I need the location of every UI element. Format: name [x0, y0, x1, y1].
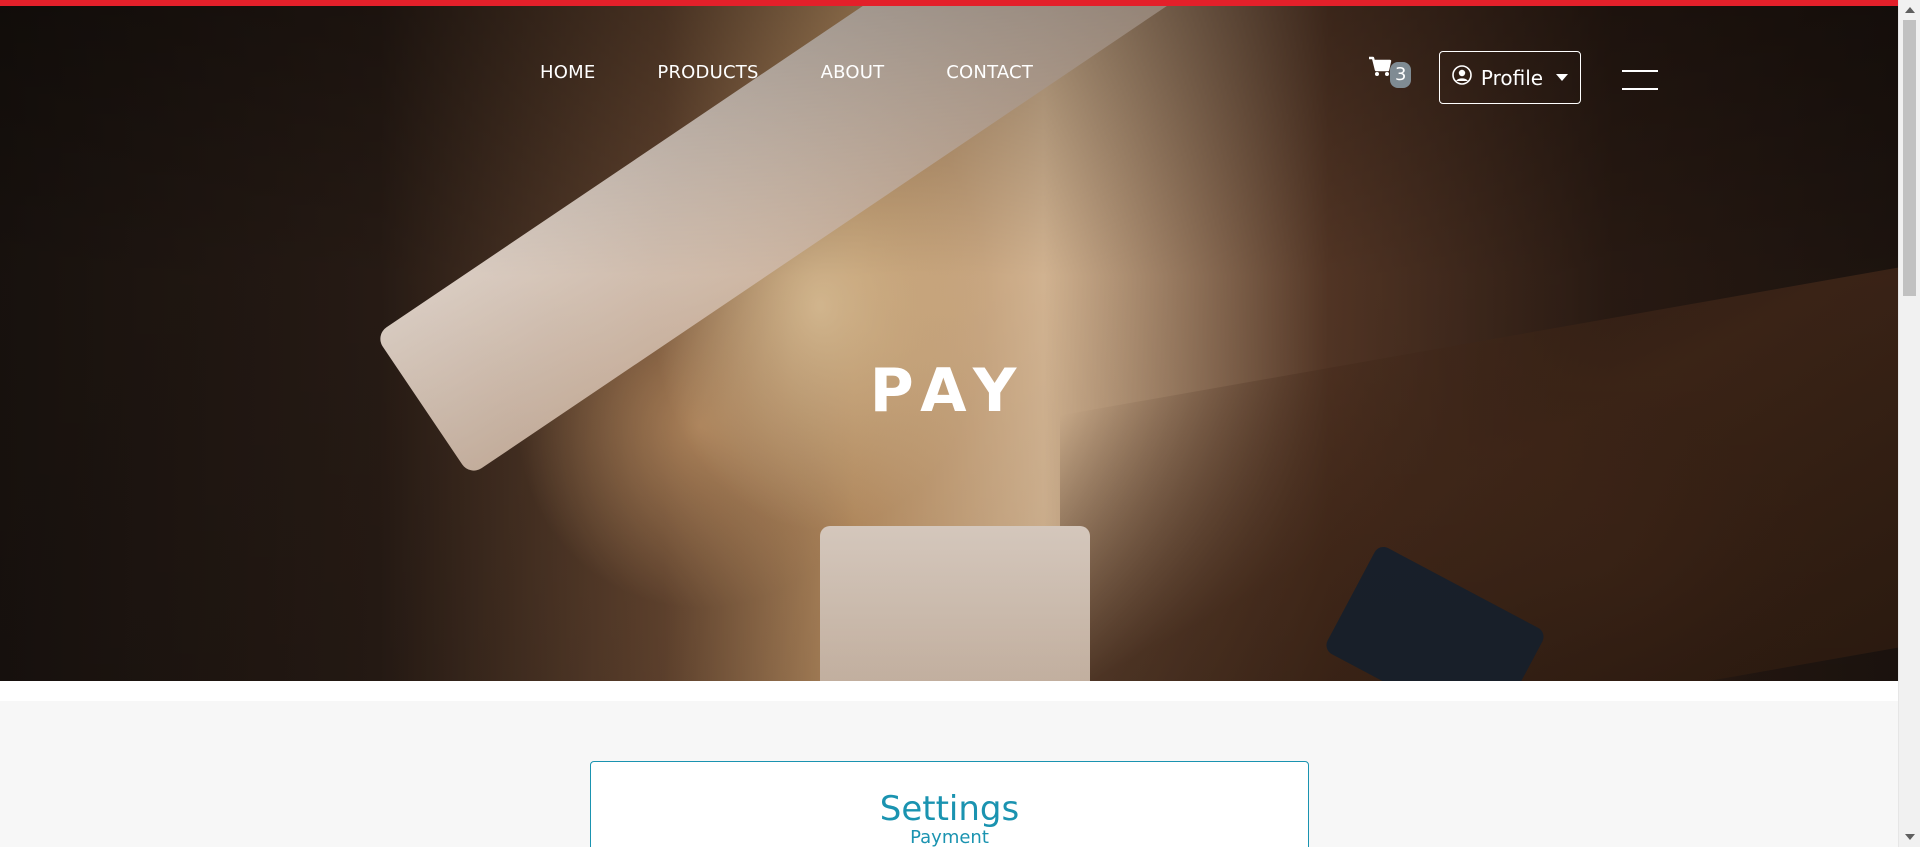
- scroll-up-arrow-icon[interactable]: [1905, 7, 1915, 13]
- nav-links: HOME PRODUCTS ABOUT CONTACT: [540, 62, 1033, 83]
- nav-home-link[interactable]: HOME: [540, 62, 595, 83]
- profile-dropdown-button[interactable]: Profile: [1439, 51, 1581, 104]
- profile-label: Profile: [1480, 65, 1544, 90]
- scroll-down-arrow-icon[interactable]: [1905, 834, 1915, 840]
- cart-count-badge: 3: [1390, 62, 1412, 88]
- settings-subtitle: Payment: [910, 827, 989, 847]
- nav-products-link[interactable]: PRODUCTS: [657, 62, 758, 83]
- hamburger-menu-icon[interactable]: [1622, 68, 1658, 94]
- hamburger-line: [1622, 70, 1658, 72]
- cart-icon: [1368, 56, 1392, 78]
- user-circle-icon: [1452, 65, 1472, 90]
- scrollbar-thumb[interactable]: [1903, 20, 1916, 296]
- hero-title: PAY: [869, 356, 1029, 426]
- caret-down-icon: [1556, 74, 1569, 81]
- hamburger-line: [1622, 88, 1658, 90]
- settings-title: Settings: [879, 789, 1020, 829]
- settings-card: Settings Payment: [590, 761, 1309, 847]
- page-viewport: HOME PRODUCTS ABOUT CONTACT 3 Profile PA…: [0, 0, 1898, 847]
- cart-button[interactable]: 3: [1368, 56, 1412, 88]
- vertical-scrollbar[interactable]: [1898, 0, 1920, 847]
- nav-contact-link[interactable]: CONTACT: [946, 62, 1033, 83]
- nav-about-link[interactable]: ABOUT: [821, 62, 885, 83]
- top-navigation: HOME PRODUCTS ABOUT CONTACT 3 Profile: [0, 6, 1898, 146]
